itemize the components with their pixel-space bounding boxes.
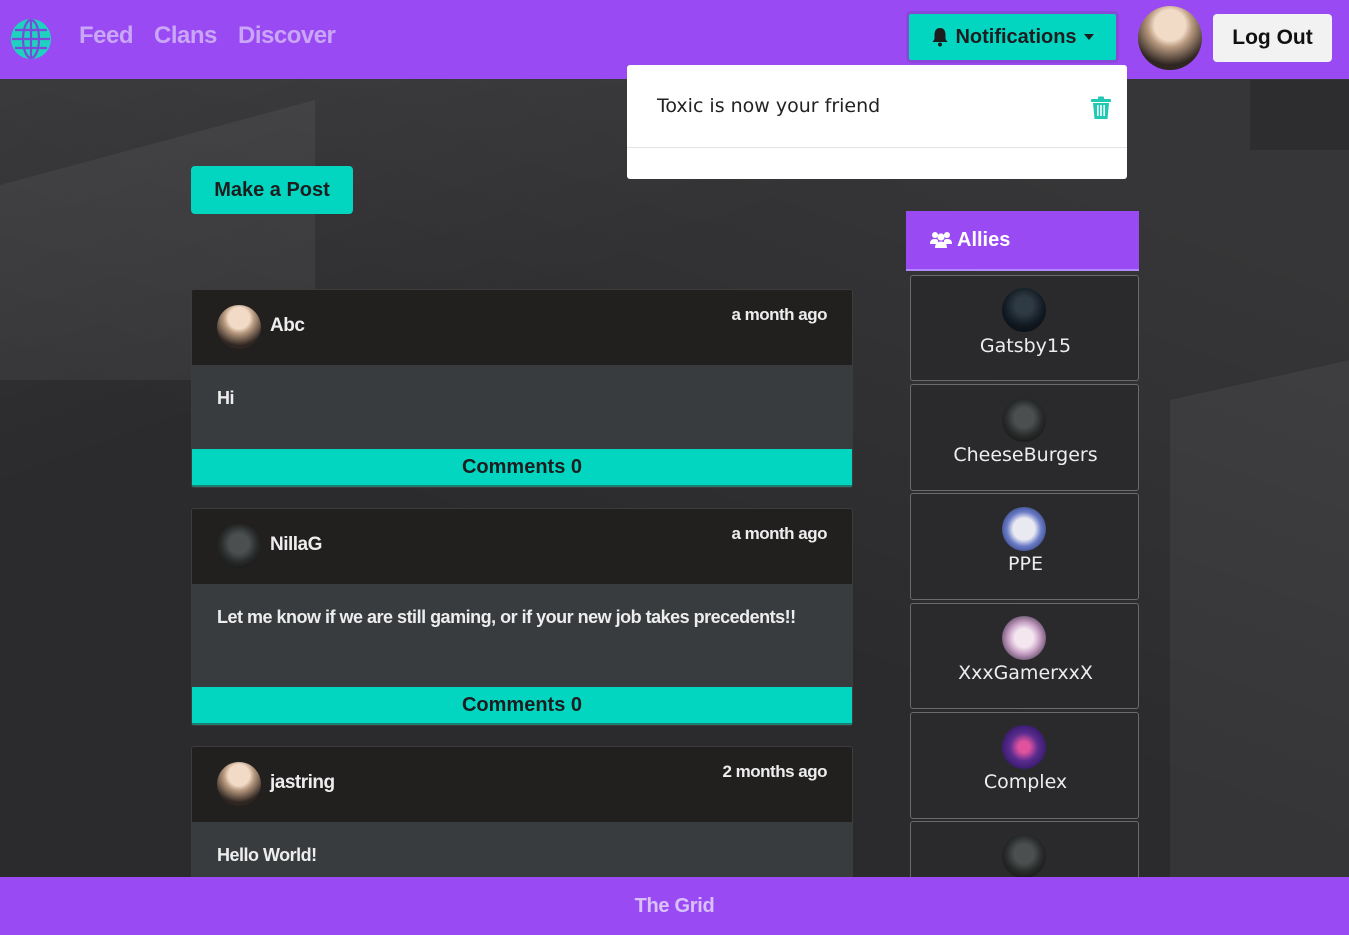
ally-name: Complex — [983, 771, 1068, 793]
ally-name: PPE — [1008, 553, 1043, 575]
footer-text: The Grid — [634, 894, 715, 917]
users-icon — [930, 232, 952, 248]
trash-icon[interactable] — [1090, 96, 1112, 120]
caret-down-icon — [1083, 34, 1094, 40]
ally-avatar — [1002, 507, 1046, 551]
post-timestamp: a month ago — [731, 524, 827, 543]
bell-icon — [932, 28, 948, 47]
ally-name: CheeseBurgers — [953, 444, 1098, 466]
footer: The Grid — [0, 877, 1349, 935]
nav-link-clans[interactable]: Clans — [154, 22, 217, 50]
post-body: Hi — [192, 365, 852, 449]
author-avatar[interactable] — [217, 762, 261, 806]
post-header: jastring 2 months ago — [192, 747, 852, 822]
post-author[interactable]: Abc — [270, 315, 305, 337]
ally-card[interactable]: PPE — [910, 493, 1139, 600]
ally-name: XxxGamerxxX — [958, 662, 1093, 684]
ally-card[interactable]: CheeseBurgers — [910, 384, 1139, 491]
ally-avatar — [1002, 288, 1046, 332]
notification-text: Toxic is now your friend — [657, 95, 881, 117]
notification-item[interactable]: Toxic is now your friend — [627, 65, 1127, 148]
nav-link-discover[interactable]: Discover — [238, 22, 336, 50]
post-header: NillaG a month ago — [192, 509, 852, 584]
ally-avatar — [1002, 616, 1046, 660]
allies-title: Allies — [957, 228, 1011, 251]
user-avatar[interactable] — [1138, 6, 1202, 70]
background-shape — [1250, 80, 1349, 150]
notifications-dropdown: Toxic is now your friend — [627, 65, 1127, 179]
post-timestamp: a month ago — [731, 305, 827, 324]
post-card: Abc a month ago Hi Comments 0 — [191, 289, 853, 488]
post-timestamp: 2 months ago — [722, 762, 827, 781]
nav-link-feed[interactable]: Feed — [79, 22, 134, 50]
post-text: Hi — [217, 388, 235, 408]
post-body: Let me know if we are still gaming, or i… — [192, 584, 852, 687]
post-author[interactable]: NillaG — [270, 534, 322, 556]
make-post-button[interactable]: Make a Post — [191, 166, 353, 214]
post-text: Hello World! — [217, 845, 317, 865]
comments-button[interactable]: Comments 0 — [192, 449, 852, 487]
allies-header: Allies — [906, 211, 1139, 271]
ally-avatar — [1002, 725, 1046, 769]
logout-button[interactable]: Log Out — [1213, 14, 1332, 62]
ally-card[interactable]: Gatsby15 — [910, 275, 1139, 381]
ally-card[interactable]: XxxGamerxxX — [910, 603, 1139, 709]
author-avatar[interactable] — [217, 305, 261, 349]
background-shape — [1170, 360, 1349, 880]
ally-card[interactable]: Complex — [910, 712, 1139, 819]
ally-avatar — [1002, 398, 1046, 442]
notifications-button[interactable]: Notifications — [906, 11, 1119, 63]
post-header: Abc a month ago — [192, 290, 852, 365]
post-card: NillaG a month ago Let me know if we are… — [191, 508, 853, 726]
post-card: jastring 2 months ago Hello World! — [191, 746, 853, 886]
author-avatar[interactable] — [217, 524, 261, 568]
comments-button[interactable]: Comments 0 — [192, 687, 852, 725]
notifications-label: Notifications — [955, 25, 1077, 48]
ally-avatar — [1002, 834, 1046, 878]
ally-card[interactable] — [910, 821, 1139, 881]
ally-name: Gatsby15 — [979, 335, 1072, 357]
post-author[interactable]: jastring — [270, 772, 335, 794]
post-text: Let me know if we are still gaming, or i… — [217, 607, 796, 627]
globe-logo-icon[interactable] — [11, 19, 51, 59]
